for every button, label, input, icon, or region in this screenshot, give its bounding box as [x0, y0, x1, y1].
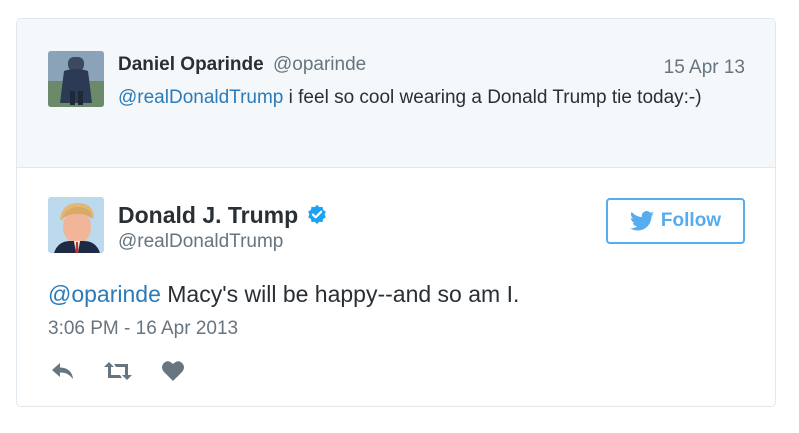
reply-icon [52, 363, 73, 379]
twitter-bird-icon [629, 211, 654, 231]
main-mention-link[interactable]: @oparinde [48, 281, 161, 307]
verified-badge-icon [308, 204, 326, 224]
parent-text-body: i feel so cool wearing a Donald Trump ti… [283, 87, 702, 108]
tweet-timestamp[interactable]: 3:06 PM - 16 Apr 2013 [48, 316, 238, 342]
main-author-name-row: Donald J. Trump [118, 200, 328, 230]
main-tweet-text: @oparinde Macy's will be happy--and so a… [48, 279, 519, 309]
parent-author-name[interactable]: Daniel Oparinde [118, 54, 264, 75]
follow-button-label: Follow [660, 210, 722, 231]
reply-button[interactable] [48, 359, 78, 383]
main-author-name[interactable]: Donald J. Trump [118, 202, 298, 228]
retweet-button[interactable] [103, 359, 133, 383]
parent-avatar[interactable] [48, 51, 104, 107]
heart-icon [162, 361, 184, 381]
retweet-icon [104, 362, 132, 380]
user-photo-avatar-icon [48, 51, 104, 107]
main-avatar[interactable] [48, 197, 104, 253]
parent-text: @realDonaldTrump i feel so cool wearing … [118, 83, 738, 112]
user-photo-avatar-icon [48, 197, 104, 253]
parent-author-handle[interactable]: @oparinde [273, 54, 366, 75]
main-text-body: Macy's will be happy--and so am I. [160, 281, 520, 307]
parent-header: Daniel Oparinde @oparinde [118, 52, 366, 78]
parent-tweet[interactable]: Daniel Oparinde @oparinde 15 Apr 13 @rea… [17, 19, 775, 168]
like-button[interactable] [158, 359, 188, 383]
follow-button[interactable]: Follow [606, 198, 745, 244]
tweet-actions [48, 359, 213, 383]
parent-mention-link[interactable]: @realDonaldTrump [118, 87, 283, 108]
parent-date[interactable]: 15 Apr 13 [664, 55, 745, 81]
main-author-handle[interactable]: @realDonaldTrump [118, 229, 283, 255]
tweet-embed-card: Daniel Oparinde @oparinde 15 Apr 13 @rea… [16, 18, 776, 407]
